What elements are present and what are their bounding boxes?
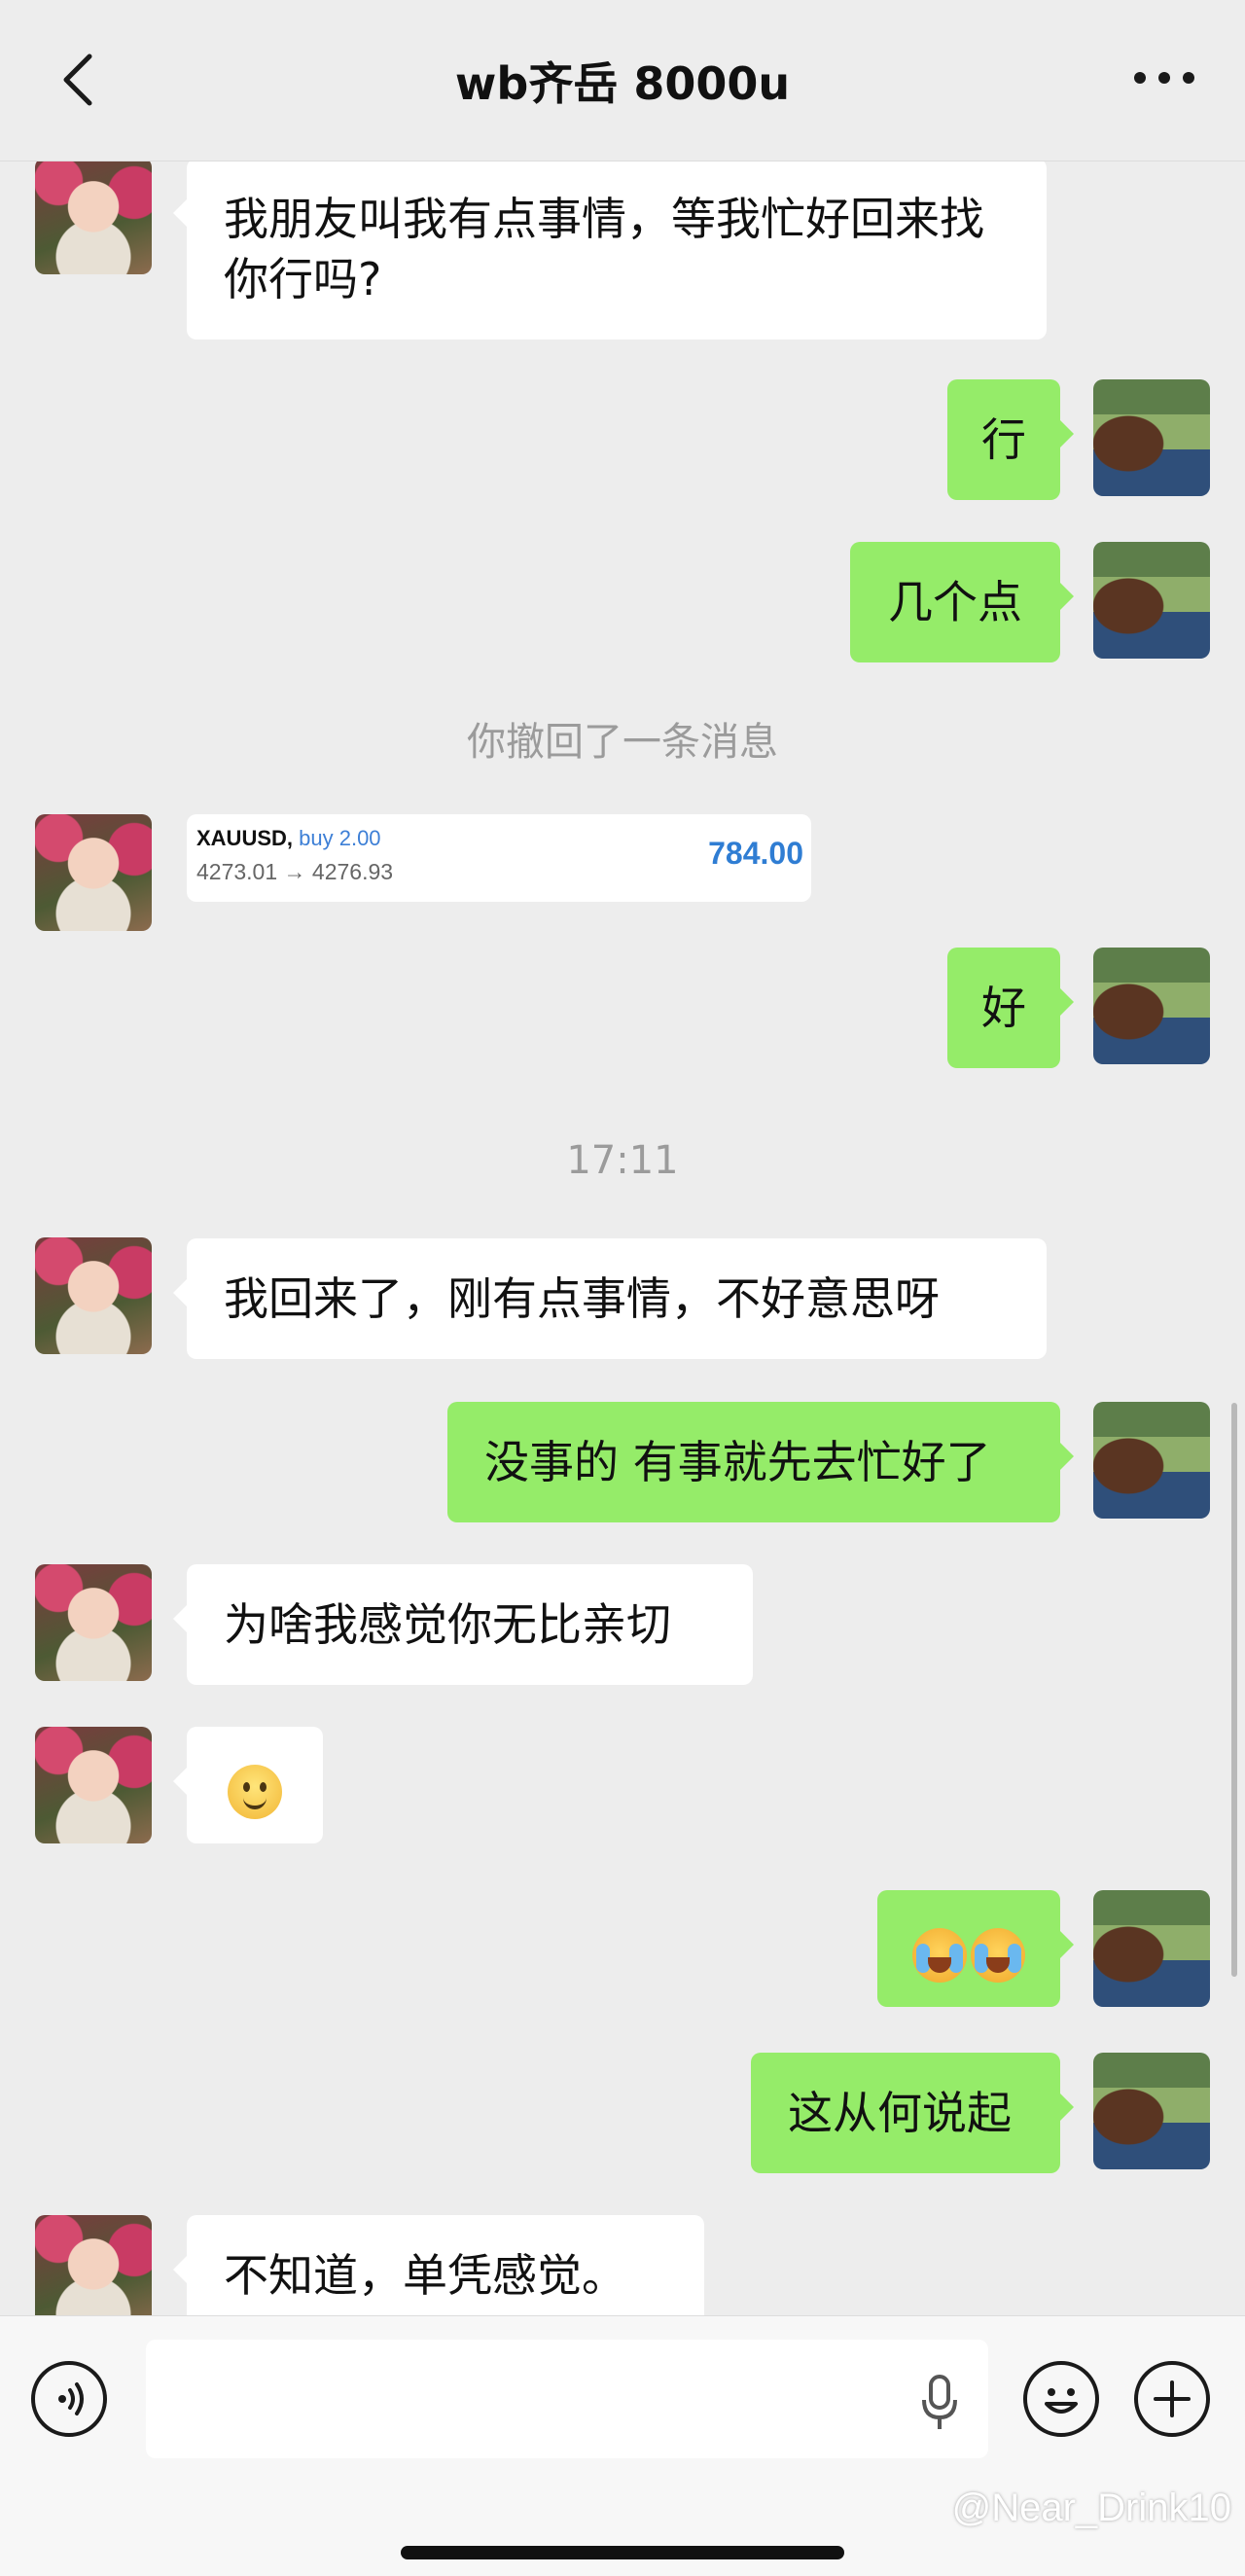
voice-mode-button[interactable] <box>31 2361 107 2437</box>
my-avatar[interactable] <box>1093 2053 1210 2169</box>
recall-notice: 你撤回了一条消息 <box>467 720 778 765</box>
microphone-icon[interactable] <box>920 2375 959 2431</box>
incoming-message[interactable]: 我朋友叫我有点事情，等我忙好回来找你行吗? <box>173 159 1047 340</box>
message-text: 几个点 <box>888 576 1022 628</box>
message-text: 行 <box>981 413 1026 466</box>
my-avatar[interactable] <box>1093 379 1210 496</box>
message-text: 好 <box>981 982 1026 1034</box>
chat-area[interactable]: 我朋友叫我有点事情，等我忙好回来找你行吗? 行 几个点 你撤回了一条消息 XAU… <box>0 0 1245 2315</box>
chat-header: wb齐岳 8000u <box>0 0 1245 161</box>
my-avatar[interactable] <box>1093 948 1210 1064</box>
smile-emoji-icon <box>228 1764 282 1819</box>
watermark: @Near_Drink10 <box>951 2487 1231 2529</box>
outgoing-message[interactable]: 好 <box>947 948 1074 1068</box>
home-indicator[interactable] <box>401 2546 844 2559</box>
message-text: 我朋友叫我有点事情，等我忙好回来找你行吗? <box>224 193 984 305</box>
more-button[interactable] <box>1130 58 1198 97</box>
voice-mode-icon <box>58 2382 84 2415</box>
my-avatar[interactable] <box>1093 1890 1210 2007</box>
outgoing-message[interactable]: 行 <box>947 379 1074 500</box>
chat-title: wb齐岳 8000u <box>454 57 791 110</box>
emoji-icon <box>1045 2388 1078 2414</box>
emoji-button[interactable] <box>1023 2361 1099 2437</box>
outgoing-emoji-message[interactable] <box>877 1890 1074 2007</box>
incoming-message[interactable]: 为啥我感觉你无比亲切 <box>173 1564 753 1685</box>
laugh-cry-emoji-icon <box>912 1927 967 1983</box>
incoming-emoji-message[interactable] <box>173 1727 323 1843</box>
contact-avatar[interactable] <box>35 1237 152 1354</box>
contact-avatar[interactable] <box>35 1727 152 1843</box>
message-text: 为啥我感觉你无比亲切 <box>224 1598 671 1651</box>
scrollbar[interactable] <box>1231 1403 1237 1977</box>
message-text: 这从何说起 <box>788 2087 1012 2139</box>
trade-side: buy 2.00 <box>299 826 381 850</box>
trade-symbol: XAUUSD, buy 2.00 <box>196 826 381 851</box>
outgoing-message[interactable]: 几个点 <box>850 542 1074 662</box>
trade-prices: 4273.01 → 4276.93 <box>196 859 394 884</box>
timestamp: 17:11 <box>566 1138 679 1183</box>
incoming-message[interactable]: 我回来了，刚有点事情，不好意思呀 <box>173 1238 1047 1359</box>
laugh-cry-emoji-icon <box>971 1927 1025 1983</box>
my-avatar[interactable] <box>1093 542 1210 659</box>
message-text: 不知道，单凭感觉。 <box>224 2249 626 2302</box>
outgoing-message[interactable]: 这从何说起 <box>751 2053 1074 2173</box>
incoming-message[interactable]: 不知道，单凭感觉。 <box>173 2215 704 2315</box>
contact-avatar[interactable] <box>35 2215 152 2315</box>
message-input[interactable] <box>146 2340 988 2458</box>
message-text: 我回来了，刚有点事情，不好意思呀 <box>224 1272 940 1325</box>
more-dots-icon <box>1134 72 1194 84</box>
my-avatar[interactable] <box>1093 1402 1210 1519</box>
trade-screenshot-card[interactable]: XAUUSD, buy 2.00 4273.01 → 4276.93 784.0… <box>187 814 811 902</box>
plus-button[interactable] <box>1134 2361 1210 2437</box>
plus-icon <box>1154 2380 1191 2417</box>
trade-profit: 784.00 <box>708 836 803 871</box>
message-text: 没事的 有事就先去忙好了 <box>484 1436 991 1488</box>
input-bar: @Near_Drink10 <box>0 2315 1245 2576</box>
trade-symbol-text: XAUUSD, <box>196 826 294 850</box>
outgoing-message[interactable]: 没事的 有事就先去忙好了 <box>447 1402 1074 1522</box>
contact-avatar[interactable] <box>35 158 152 274</box>
contact-avatar[interactable] <box>35 814 152 931</box>
contact-avatar[interactable] <box>35 1564 152 1681</box>
